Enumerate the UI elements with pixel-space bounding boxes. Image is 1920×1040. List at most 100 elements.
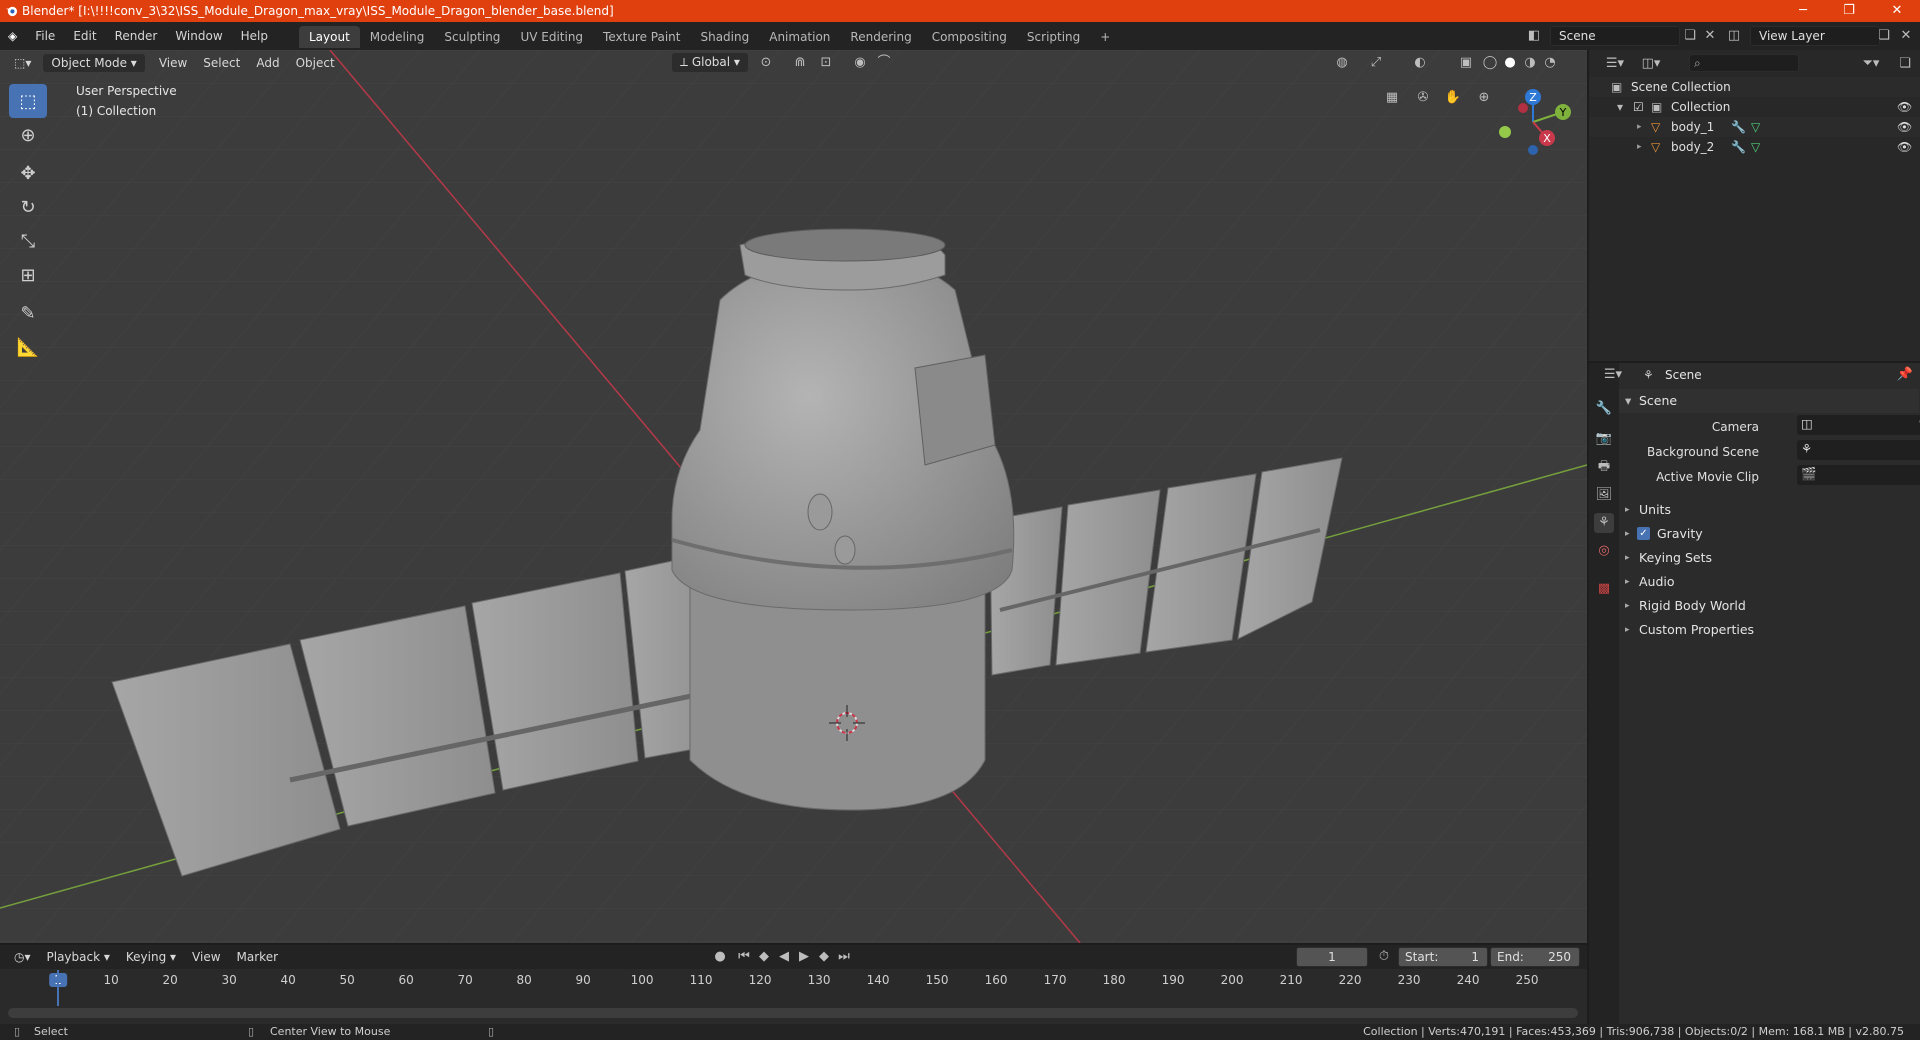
modifier-wrench-icon[interactable]: 🔧 (1731, 117, 1746, 137)
zoom-icon[interactable]: ⊕ (1474, 88, 1494, 108)
viewport-menu-object[interactable]: Object (288, 56, 343, 70)
shading-rendered-icon[interactable]: ◔ (1540, 53, 1560, 73)
cursor-tool-icon[interactable]: ⊕ (9, 118, 47, 152)
menu-file[interactable]: File (26, 22, 64, 50)
tab-sculpting[interactable]: Sculpting (434, 26, 510, 48)
audio-panel-header[interactable]: ▸ Audio (1619, 570, 1919, 594)
output-tab-icon[interactable]: 🖶 (1594, 457, 1614, 477)
overlays-icon[interactable]: ◐ (1410, 53, 1430, 73)
new-view-layer-icon[interactable]: ❏ (1874, 26, 1894, 46)
view-layer-tab-icon[interactable]: 🖼 (1594, 485, 1614, 505)
proportional-edit-icon[interactable]: ◉ (850, 53, 870, 73)
world-tab-icon[interactable]: ◎ (1594, 541, 1614, 561)
rotate-tool-icon[interactable]: ↻ (9, 190, 47, 224)
pan-hand-icon[interactable]: ✋ (1443, 88, 1463, 108)
shading-solid-icon[interactable]: ● (1500, 53, 1520, 73)
viewport-menu-add[interactable]: Add (248, 56, 287, 70)
scene-section-header[interactable]: ▾ Scene (1619, 389, 1919, 413)
eye-icon[interactable]: 👁 (1897, 137, 1912, 157)
gravity-panel-header[interactable]: ▸ ✓ Gravity (1619, 522, 1919, 546)
falloff-icon[interactable]: ⌒ (874, 53, 894, 73)
eye-icon[interactable]: 👁 (1897, 97, 1912, 117)
camera-field[interactable]: ◫✎ (1797, 415, 1920, 435)
scene-browse-icon[interactable]: ◧ (1524, 26, 1544, 46)
add-workspace-button[interactable]: + (1090, 26, 1120, 48)
expand-arrow-icon[interactable]: ▾ (1617, 97, 1623, 117)
outliner-editor-icon[interactable]: ☰▾ (1605, 54, 1625, 74)
view-layer-browse-icon[interactable]: ◫ (1724, 26, 1744, 46)
menu-edit[interactable]: Edit (64, 22, 105, 50)
measure-tool-icon[interactable]: 📐 (9, 330, 47, 364)
menu-render[interactable]: Render (106, 22, 167, 50)
view-layer-field[interactable]: View Layer (1750, 26, 1880, 46)
new-collection-icon[interactable]: ❏ (1895, 54, 1915, 74)
texture-tab-icon[interactable]: ▩ (1594, 579, 1614, 599)
transform-tool-icon[interactable]: ⊞ (9, 258, 47, 292)
frame-ruler[interactable]: 1102030405060708090100110120130140150160… (0, 945, 1587, 1005)
pin-icon[interactable]: 📌 (1895, 365, 1915, 385)
scale-tool-icon[interactable]: ⤡ (9, 224, 47, 258)
tool-settings-tab-icon[interactable]: 🔧 (1594, 399, 1614, 419)
expand-arrow-icon[interactable]: ▸ (1637, 137, 1642, 157)
mesh-data-icon[interactable]: ▽ (1751, 117, 1760, 137)
modifier-wrench-icon[interactable]: 🔧 (1731, 137, 1746, 157)
display-mode-icon[interactable]: ◫▾ (1641, 54, 1661, 74)
outliner-row-body-2[interactable]: ▸ ▽ body_2 🔧 ▽ 👁 (1589, 137, 1920, 157)
maximize-button[interactable]: ❐ (1826, 0, 1872, 22)
units-panel-header[interactable]: ▸ Units (1619, 498, 1919, 522)
visibility-icon[interactable]: ◍ (1332, 53, 1352, 73)
editor-type-icon[interactable]: ⬚▾ (6, 56, 39, 70)
gravity-checkbox[interactable]: ✓ (1637, 527, 1650, 540)
tab-uv-editing[interactable]: UV Editing (510, 26, 593, 48)
filter-icon[interactable]: ⏷▾ (1861, 54, 1881, 74)
3d-viewport[interactable]: Z Y X User Perspective (1) Collection ▦ … (0, 50, 1587, 943)
scene-tab-icon[interactable]: ⚘ (1594, 513, 1614, 533)
rigid-body-world-panel-header[interactable]: ▸ Rigid Body World (1619, 594, 1919, 618)
tab-rendering[interactable]: Rendering (840, 26, 921, 48)
object-mode-dropdown[interactable]: Object Mode ▾ (43, 54, 145, 72)
active-movie-clip-field[interactable]: 🎬 (1797, 465, 1920, 485)
menu-window[interactable]: Window (166, 22, 231, 50)
gizmo-toggle-icon[interactable]: ⤢ (1366, 53, 1386, 73)
playhead[interactable] (57, 970, 59, 1006)
menu-help[interactable]: Help (232, 22, 277, 50)
collection-checkbox-icon[interactable]: ☑ (1633, 97, 1644, 117)
eye-icon[interactable]: 👁 (1897, 117, 1912, 137)
tab-layout[interactable]: Layout (299, 26, 360, 48)
annotate-tool-icon[interactable]: ✎ (9, 296, 47, 330)
select-box-tool-icon[interactable]: ⬚ (9, 84, 47, 118)
properties-editor-icon[interactable]: ☰▾ (1603, 365, 1623, 385)
expand-arrow-icon[interactable]: ▸ (1637, 117, 1642, 137)
snap-target-icon[interactable]: ⊡ (816, 53, 836, 73)
pivot-point-icon[interactable]: ⊙ (756, 53, 776, 73)
timeline-scrollbar[interactable] (8, 1008, 1578, 1018)
close-button[interactable]: ✕ (1874, 0, 1920, 22)
custom-properties-panel-header[interactable]: ▸ Custom Properties (1619, 618, 1919, 642)
tab-texture-paint[interactable]: Texture Paint (593, 26, 690, 48)
outliner-row-scene-collection[interactable]: ▣ Scene Collection (1589, 77, 1920, 97)
mesh-data-icon[interactable]: ▽ (1751, 137, 1760, 157)
camera-view-icon[interactable]: ✇ (1413, 88, 1433, 108)
render-tab-icon[interactable]: 📷 (1594, 429, 1614, 449)
keying-sets-panel-header[interactable]: ▸ Keying Sets (1619, 546, 1919, 570)
shading-wireframe-icon[interactable]: ◯ (1480, 53, 1500, 73)
xray-icon[interactable]: ▣ (1456, 53, 1476, 73)
transform-orientation-dropdown[interactable]: ⟂ Global ▾ (672, 53, 748, 72)
viewport-menu-view[interactable]: View (151, 56, 195, 70)
minimize-button[interactable]: ─ (1780, 0, 1826, 22)
tab-modeling[interactable]: Modeling (360, 26, 435, 48)
tab-animation[interactable]: Animation (759, 26, 840, 48)
background-scene-field[interactable]: ⚘ (1797, 440, 1920, 460)
tab-scripting[interactable]: Scripting (1017, 26, 1090, 48)
outliner-row-body-1[interactable]: ▸ ▽ body_1 🔧 ▽ 👁 (1589, 117, 1920, 137)
move-tool-icon[interactable]: ✥ (9, 156, 47, 190)
toggle-grid-icon[interactable]: ▦ (1382, 88, 1402, 108)
delete-scene-icon[interactable]: ✕ (1700, 26, 1720, 46)
blender-menu-icon[interactable]: ◈ (0, 22, 26, 50)
scene-field[interactable]: Scene (1550, 26, 1680, 46)
tab-compositing[interactable]: Compositing (922, 26, 1017, 48)
new-scene-icon[interactable]: ❏ (1680, 26, 1700, 46)
viewport-menu-select[interactable]: Select (195, 56, 248, 70)
tab-shading[interactable]: Shading (690, 26, 759, 48)
outliner-search-input[interactable]: ⌕ (1689, 54, 1799, 72)
